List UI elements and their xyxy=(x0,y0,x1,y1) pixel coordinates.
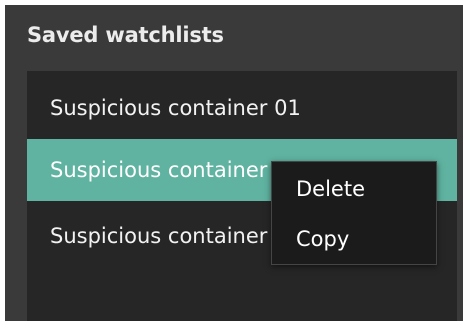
context-menu: Delete Copy xyxy=(271,161,437,265)
saved-watchlists-panel: Saved watchlists Suspicious container 01… xyxy=(5,5,463,321)
copy-menu-item[interactable]: Copy xyxy=(272,214,436,264)
delete-menu-item[interactable]: Delete xyxy=(272,164,436,214)
watchlist-item[interactable]: Suspicious container 01 xyxy=(27,77,457,139)
panel-title: Saved watchlists xyxy=(27,23,224,47)
